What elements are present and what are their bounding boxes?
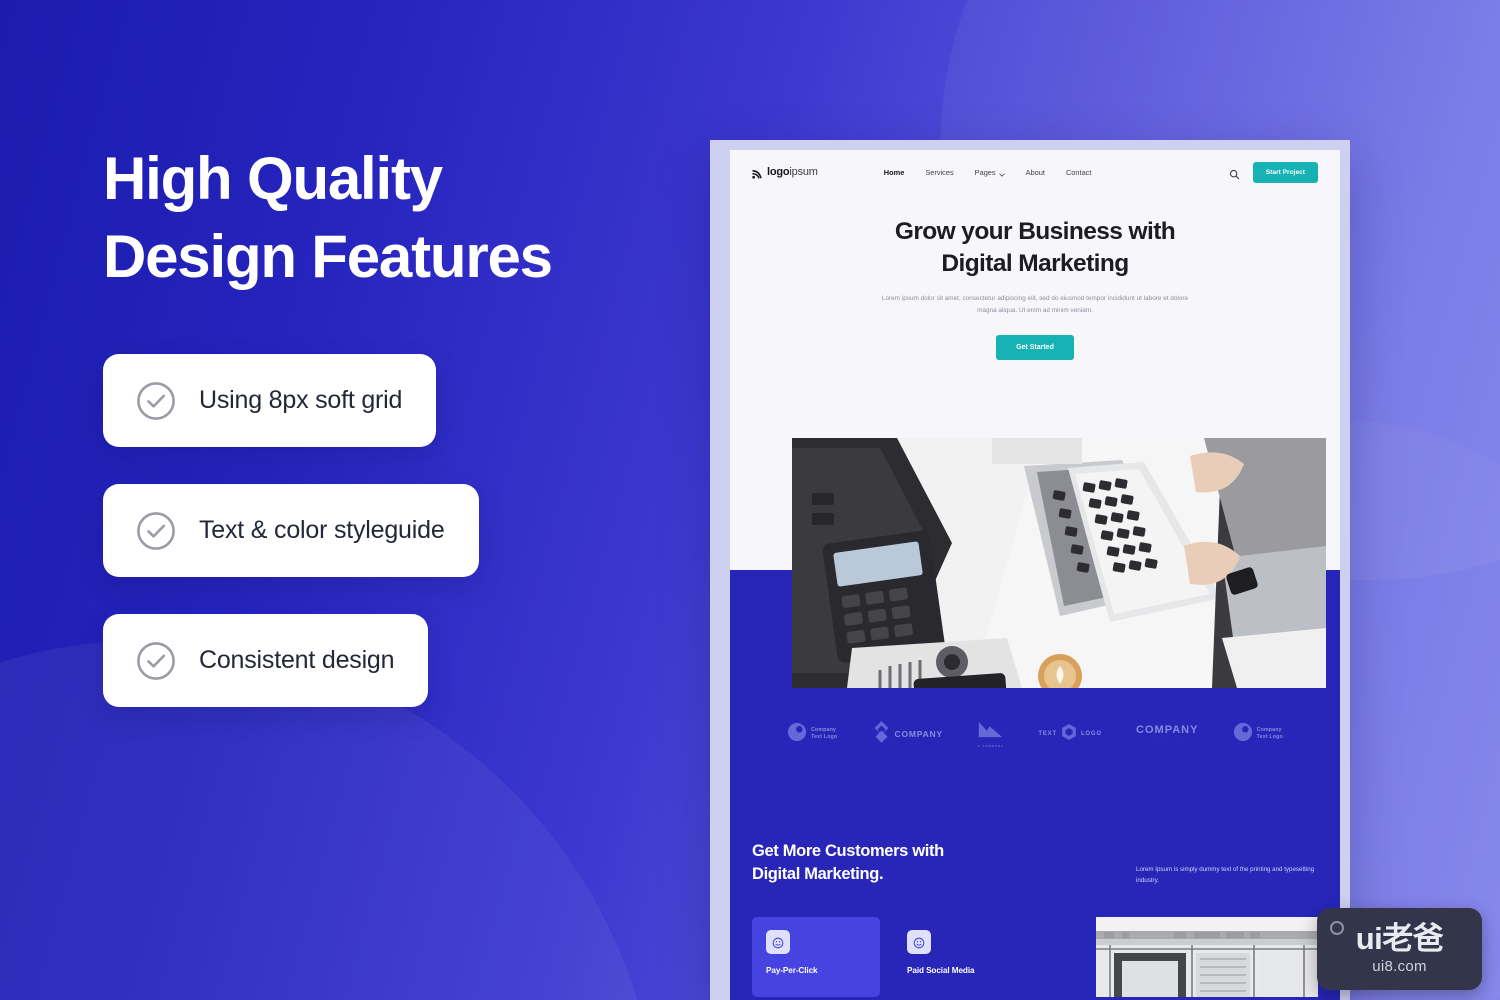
client-logo-3: X COMPANY <box>977 720 1004 748</box>
client-logo-1: Company Text Logo <box>787 722 837 747</box>
mountain-logo-icon <box>977 720 1004 743</box>
service-label: Pay-Per-Click <box>766 965 818 975</box>
nav-item-services[interactable]: Services <box>925 168 953 177</box>
brand-bold: logo <box>767 166 790 178</box>
client-logo-sublabel: · · · · · · · · · · · <box>1149 741 1186 745</box>
circle-dot-logo-icon <box>787 722 807 747</box>
hero-section: Grow your Business with Digital Marketin… <box>730 194 1340 360</box>
bottom-section: Get More Customers with Digital Marketin… <box>730 840 1340 997</box>
client-logo-2: COMPANY <box>872 720 943 748</box>
client-logo-label-left: TEXT <box>1038 730 1057 737</box>
feature-label: Text & color styleguide <box>199 516 445 544</box>
hero-subtitle: Lorem ipsum dolor sit amet, consectetur … <box>881 294 1189 315</box>
nav-item-pages[interactable]: Pages <box>975 168 1005 177</box>
hero-title: Grow your Business with Digital Marketin… <box>894 218 1176 278</box>
feature-card-styleguide[interactable]: Text & color styleguide <box>103 484 479 577</box>
nav-item-label: Pages <box>974 167 996 177</box>
circle-outline-icon <box>1330 921 1344 935</box>
check-circle-icon <box>135 510 177 552</box>
service-icon-box <box>766 929 790 954</box>
nav-item-about[interactable]: About <box>1026 168 1045 177</box>
brand-name: logoipsum <box>767 166 818 178</box>
service-photo <box>1096 916 1318 997</box>
feature-list: Using 8px soft grid Text & color stylegu… <box>103 354 663 707</box>
client-logo-4: TEXT LOGO <box>1038 723 1101 746</box>
check-circle-icon <box>135 640 177 682</box>
start-project-button[interactable]: Start Project <box>1252 161 1318 183</box>
watermark-title: ui老爸 <box>1355 921 1444 956</box>
website-mockup-frame: logoipsum Home Services Pages About Cont… <box>710 140 1350 1000</box>
feature-card-grid[interactable]: Using 8px soft grid <box>103 354 437 447</box>
brand-logo[interactable]: logoipsum <box>752 166 818 179</box>
smiley-icon <box>772 936 784 949</box>
client-logo-label: Company Text Logo <box>1256 726 1283 741</box>
feature-label: Consistent design <box>199 646 395 674</box>
client-logos-row: Company Text Logo COMPANY X COMPANY TEXT… <box>730 720 1340 748</box>
left-panel: High Quality Design Features Using 8px s… <box>103 140 663 707</box>
bottom-description: Lorem Ipsum is simply dummy text of the … <box>1136 866 1315 885</box>
get-started-button[interactable]: Get Started <box>996 334 1074 360</box>
nav-right-group: Start Project <box>1229 161 1318 183</box>
bottom-heading-row: Get More Customers with Digital Marketin… <box>752 840 1318 887</box>
client-logo-6: Company Text Logo <box>1233 722 1283 747</box>
search-icon[interactable] <box>1229 167 1240 179</box>
nav-item-label: Services <box>925 167 954 177</box>
circle-dot-logo-icon <box>1233 722 1253 747</box>
client-logo-label: COMPANY <box>1136 724 1199 737</box>
brand-light: ipsum <box>789 166 818 178</box>
nav-item-label: Contact <box>1065 167 1092 177</box>
service-icon-box <box>907 929 931 954</box>
nav-item-label: Home <box>883 167 905 177</box>
smiley-icon <box>913 936 925 949</box>
page-title: High Quality Design Features <box>103 145 553 290</box>
hero-photo <box>792 438 1326 688</box>
website-mockup-page: logoipsum Home Services Pages About Cont… <box>730 150 1340 1000</box>
watermark-subtitle: ui8.com <box>1372 958 1427 975</box>
signal-wave-logo-icon <box>752 167 763 179</box>
feature-label: Using 8px soft grid <box>199 386 403 414</box>
site-navbar: logoipsum Home Services Pages About Cont… <box>730 150 1340 194</box>
bottom-title: Get More Customers with Digital Marketin… <box>752 842 944 884</box>
service-card-pay-per-click[interactable]: Pay-Per-Click <box>752 916 880 997</box>
chevron-down-icon <box>998 170 1005 177</box>
nav-item-contact[interactable]: Contact <box>1066 168 1091 177</box>
client-logo-label: Company Text Logo <box>811 726 838 741</box>
client-logo-label: X COMPANY <box>977 744 1004 748</box>
watermark-badge: ui老爸 ui8.com <box>1317 908 1482 990</box>
client-logo-label-right: LOGO <box>1080 730 1102 737</box>
nav-item-label: About <box>1025 167 1045 177</box>
hexagon-logo-icon <box>1061 723 1077 746</box>
check-circle-icon <box>135 380 177 422</box>
nav-links: Home Services Pages About Contact <box>884 168 1091 177</box>
client-logo-5: COMPANY · · · · · · · · · · · <box>1136 723 1198 745</box>
nav-item-home[interactable]: Home <box>884 168 905 177</box>
service-label: Paid Social Media <box>907 965 975 975</box>
feature-card-consistent[interactable]: Consistent design <box>103 614 429 707</box>
client-logo-label: COMPANY <box>894 729 943 740</box>
diamond-logo-icon <box>872 720 891 748</box>
service-cards-row: Pay-Per-Click Paid Social Media <box>752 916 1318 997</box>
service-card-paid-social-media[interactable]: Paid Social Media <box>893 917 1021 997</box>
